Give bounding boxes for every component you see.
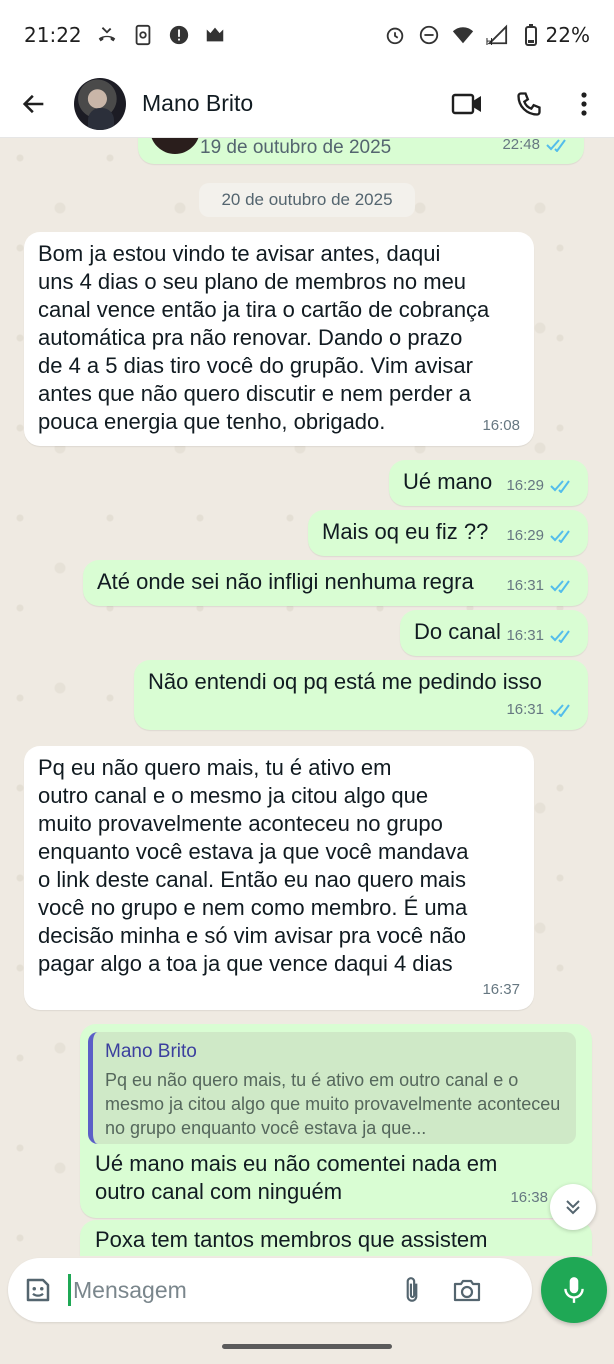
quoted-author: Mano Brito [105, 1041, 197, 1062]
message-text: Bom ja estou vindo te avisar antes, daqu… [38, 241, 490, 434]
message-time: 16:29 [506, 477, 544, 494]
video-call-button[interactable] [450, 87, 484, 121]
message-bubble-outgoing[interactable]: Não entendi oq pq está me pedindo isso 1… [134, 660, 588, 730]
missed-call-icon [96, 24, 118, 46]
avatar[interactable] [74, 77, 126, 130]
message-bubble-outgoing[interactable]: Mais oq eu fiz ?? 16:29 [308, 510, 588, 556]
phone-sync-icon [132, 24, 154, 46]
message-time: 16:31 [506, 701, 544, 718]
message-time: 16:08 [482, 417, 520, 434]
message-text: Pq eu não quero mais, tu é ativo em outr… [38, 755, 469, 976]
previous-message-text: 19 de outubro de 2025 [200, 138, 392, 158]
dnd-icon [418, 24, 440, 46]
wifi-icon [452, 24, 474, 46]
message-time: 16:29 [506, 527, 544, 544]
camera-icon [453, 1279, 481, 1302]
message-bubble-incoming[interactable]: Pq eu não quero mais, tu é ativo em outr… [24, 746, 534, 1010]
message-time: 16:37 [482, 981, 520, 998]
camera-button[interactable] [450, 1273, 484, 1307]
alarm-icon [384, 24, 406, 46]
voice-message-button[interactable] [541, 1257, 607, 1323]
battery-icon [520, 24, 542, 46]
message-time: 16:31 [506, 627, 544, 644]
sticker-icon [26, 1278, 50, 1302]
message-input[interactable] [68, 1274, 388, 1306]
message-text: Ué mano mais eu não comentei nada em out… [95, 1151, 498, 1204]
paperclip-icon [406, 1277, 418, 1302]
quoted-text: Pq eu não quero mais, tu é ativo em outr… [105, 1070, 561, 1138]
read-ticks-icon [550, 630, 570, 643]
arrow-left-icon [22, 94, 44, 113]
message-time: 16:31 [506, 577, 544, 594]
shared-media-thumbnail [150, 138, 200, 154]
message-composer [8, 1258, 532, 1322]
alert-icon [168, 24, 190, 46]
message-text: Poxa tem tantos membros que assistem [95, 1227, 488, 1252]
microphone-icon [564, 1277, 584, 1303]
read-ticks-icon [550, 530, 570, 543]
home-gesture-handle[interactable] [222, 1344, 392, 1349]
back-button[interactable] [14, 84, 54, 124]
more-options-button[interactable] [574, 87, 594, 121]
date-separator: 20 de outubro de 2025 [199, 183, 415, 217]
system-navigation-bar [0, 1330, 614, 1364]
message-bubble-outgoing-reply[interactable]: Mano Brito Pq eu não quero mais, tu é at… [80, 1024, 592, 1218]
message-text: Até onde sei não infligi nenhuma regra [97, 569, 474, 594]
quoted-message[interactable]: Mano Brito Pq eu não quero mais, tu é at… [88, 1032, 576, 1144]
message-bubble-incoming[interactable]: Bom ja estou vindo te avisar antes, daqu… [24, 232, 534, 446]
message-bubble-previous[interactable]: 19 de outubro de 2025 22:48 [138, 138, 584, 164]
voice-call-icon [517, 91, 541, 116]
attach-button[interactable] [396, 1274, 428, 1306]
chat-header: Mano Brito [0, 70, 614, 138]
read-ticks-icon [546, 139, 566, 152]
message-bubble-outgoing[interactable]: Poxa tem tantos membros que assistem [80, 1220, 592, 1256]
video-call-icon [451, 93, 481, 114]
read-ticks-icon [550, 480, 570, 493]
message-text: Não entendi oq pq está me pedindo isso [148, 669, 542, 694]
contact-name[interactable]: Mano Brito [142, 90, 253, 117]
message-time: 22:48 [502, 138, 540, 153]
double-chevron-down-icon [566, 1200, 580, 1215]
network-label: H [485, 37, 494, 48]
message-bubble-outgoing[interactable]: Ué mano 16:29 [389, 460, 588, 506]
read-ticks-icon [550, 704, 570, 717]
status-time: 21:22 [24, 23, 82, 47]
signal-icon: H [485, 24, 508, 48]
message-bubble-outgoing[interactable]: Até onde sei não infligi nenhuma regra 1… [83, 560, 588, 606]
voice-call-button[interactable] [512, 87, 546, 121]
status-bar: 21:22 H 22% [0, 0, 614, 70]
message-bubble-outgoing[interactable]: Do canal 16:31 [400, 610, 588, 656]
message-list[interactable]: 19 de outubro de 2025 22:48 20 de outubr… [0, 138, 614, 1256]
message-time: 16:38 [510, 1189, 548, 1206]
more-options-icon [581, 91, 587, 116]
scroll-to-bottom-button[interactable] [550, 1184, 596, 1230]
read-ticks-icon [550, 580, 570, 593]
battery-percent: 22% [545, 23, 590, 47]
app-m-icon [204, 24, 226, 46]
sticker-button[interactable] [22, 1274, 54, 1306]
